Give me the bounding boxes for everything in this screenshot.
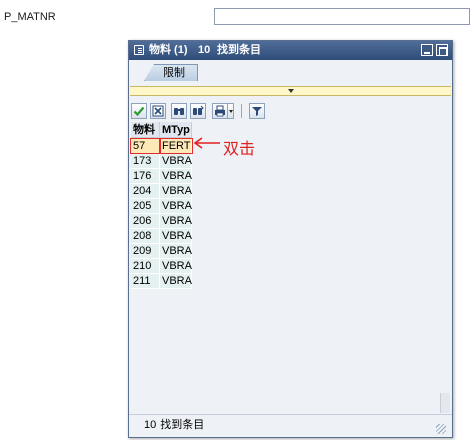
- cancel-button[interactable]: [150, 103, 166, 119]
- material-cell[interactable]: 208: [131, 229, 160, 244]
- popup-title-found: 找到条目: [217, 44, 261, 56]
- mtyp-cell[interactable]: VBRA: [160, 184, 192, 199]
- find-button[interactable]: [171, 103, 187, 119]
- find-next-icon: [193, 105, 204, 115]
- material-cell[interactable]: 210: [131, 259, 160, 274]
- toolbar-separator: [241, 104, 242, 118]
- find-icon: [174, 108, 184, 115]
- popup-title: 物料 (1): [149, 44, 188, 56]
- popup-titlebar[interactable]: 物料 (1) 10 找到条目: [129, 41, 452, 60]
- mtyp-cell[interactable]: VBRA: [160, 274, 192, 289]
- mtyp-cell[interactable]: FERT: [160, 139, 192, 154]
- mtyp-cell[interactable]: VBRA: [160, 199, 192, 214]
- vertical-scrollbar[interactable]: [440, 393, 450, 413]
- restrictions-collapse-bar[interactable]: [130, 86, 451, 96]
- cancel-icon: [152, 105, 164, 117]
- maximize-icon[interactable]: [436, 44, 448, 56]
- p-matnr-input[interactable]: [214, 8, 470, 25]
- window-menu-icon[interactable]: [134, 45, 144, 55]
- tabstrip: 限制: [129, 60, 452, 86]
- checkmark-button[interactable]: [131, 103, 147, 119]
- print-button[interactable]: [212, 103, 228, 119]
- material-cell[interactable]: 211: [131, 274, 160, 289]
- material-cell[interactable]: 176: [131, 169, 160, 184]
- filter-button[interactable]: [249, 103, 265, 119]
- find-next-button[interactable]: [190, 103, 206, 119]
- mtyp-cell[interactable]: VBRA: [160, 244, 192, 259]
- print-dropdown-button[interactable]: [228, 103, 234, 119]
- annotation-arrow-icon: [193, 137, 220, 149]
- material-cell[interactable]: 204: [131, 184, 160, 199]
- minimize-icon[interactable]: [421, 44, 433, 56]
- print-icon: [215, 105, 225, 117]
- status-count: 10: [144, 419, 157, 431]
- popup-title-count: 10: [198, 44, 211, 56]
- mtyp-cell[interactable]: VBRA: [160, 229, 192, 244]
- resize-grip-icon[interactable]: [434, 422, 446, 434]
- status-text: 找到条目: [160, 419, 205, 431]
- mtyp-cell[interactable]: VBRA: [160, 154, 192, 169]
- column-header-material[interactable]: 物料: [131, 122, 160, 138]
- mtyp-cell[interactable]: VBRA: [160, 169, 192, 184]
- material-cell[interactable]: 57: [131, 139, 160, 154]
- tab-restrictions[interactable]: 限制: [144, 64, 198, 81]
- search-help-popup: 物料 (1) 10 找到条目 限制 物料 MTyp 57 FERT 173 VB…: [128, 40, 453, 438]
- material-cell[interactable]: 209: [131, 244, 160, 259]
- collapse-arrow-icon: [288, 89, 294, 93]
- column-header-mtyp[interactable]: MTyp: [160, 122, 192, 138]
- mtyp-cell[interactable]: VBRA: [160, 259, 192, 274]
- material-cell[interactable]: 205: [131, 199, 160, 214]
- material-cell[interactable]: 173: [131, 154, 160, 169]
- filter-icon: [252, 107, 262, 116]
- mtyp-cell[interactable]: VBRA: [160, 214, 192, 229]
- material-cell[interactable]: 206: [131, 214, 160, 229]
- p-matnr-label: P_MATNR: [4, 11, 56, 23]
- checkmark-icon: [133, 106, 145, 117]
- status-bar: 10 找到条目: [129, 414, 452, 435]
- annotation-text: 双击: [223, 139, 256, 158]
